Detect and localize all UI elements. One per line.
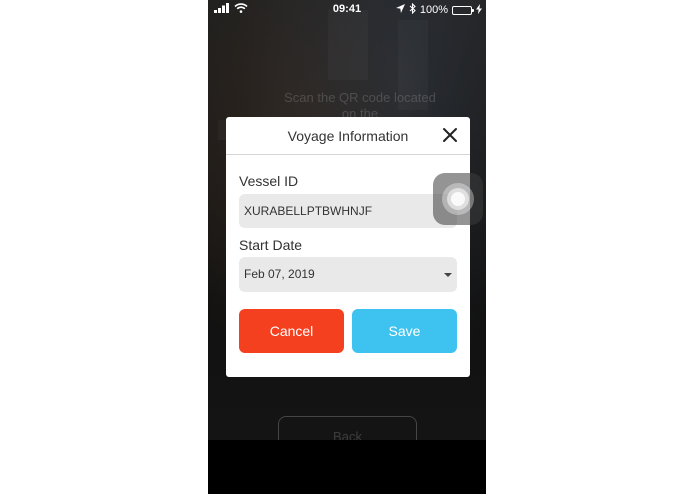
battery-icon	[452, 5, 474, 15]
location-icon	[395, 4, 405, 16]
bluetooth-icon	[409, 2, 416, 17]
assistive-touch-button[interactable]	[433, 173, 483, 225]
status-bar: 09:41 100%	[208, 0, 486, 18]
start-date-value: Feb 07, 2019	[244, 267, 315, 281]
dialog-header: Voyage Information	[226, 117, 470, 155]
voyage-information-dialog: Voyage Information Vessel ID Start Date …	[226, 117, 470, 377]
start-date-select[interactable]: Feb 07, 2019	[239, 257, 457, 292]
cancel-button[interactable]: Cancel	[239, 309, 344, 353]
battery-percent: 100%	[419, 4, 448, 16]
status-right: 100%	[395, 2, 482, 17]
start-date-label: Start Date	[239, 237, 303, 253]
caret-down-icon	[444, 273, 452, 277]
charging-icon	[476, 3, 482, 17]
save-button[interactable]: Save	[352, 309, 457, 353]
vessel-id-label: Vessel ID	[239, 173, 299, 189]
dialog-title: Voyage Information	[287, 128, 409, 144]
close-icon[interactable]	[442, 127, 458, 143]
vessel-id-field[interactable]	[239, 194, 457, 228]
